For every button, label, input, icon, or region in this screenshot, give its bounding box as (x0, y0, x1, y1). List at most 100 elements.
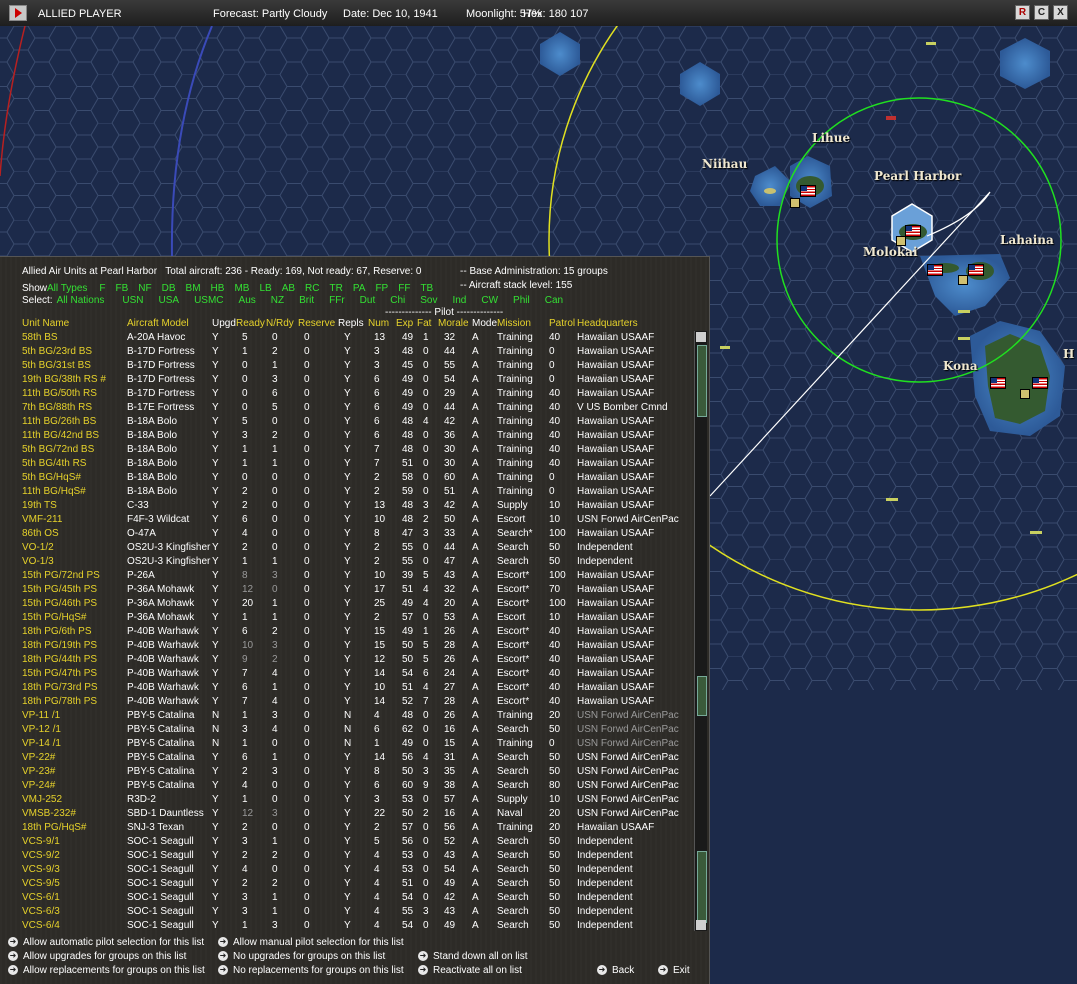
us-flag-icon[interactable] (968, 264, 984, 276)
back-button[interactable]: ➜ Back (597, 965, 634, 976)
nation-filter-sov[interactable]: Sov (420, 295, 437, 306)
table-row[interactable]: 19th TS C-33 Y 2 0 0 Y 13 48 3 42 A Supply 10 Hawaiian… (0, 500, 690, 514)
table-row[interactable]: VMSB-232# SBD-1 Dauntless Y 12 3 0 Y 22 50 2 16 A Na… (0, 808, 690, 822)
table-row[interactable]: VP-14 /1 PBY-5 Catalina N 1 0 0 N 1 49 0 15 A Traini… (0, 738, 690, 752)
table-row[interactable]: VCS-6/4 SOC-1 Seagull Y 1 3 0 Y 4 54 0 49 A Search 50… (0, 920, 690, 934)
table-row[interactable]: 5th BG/23rd BS B-17D Fortress Y 1 2 0 Y 3 48 0 44 A… (0, 346, 690, 360)
type-filter-db[interactable]: DB (162, 283, 176, 294)
scroll-down-arrow-icon[interactable] (696, 920, 706, 930)
us-flag-icon[interactable] (1032, 377, 1048, 389)
nation-filter-brit[interactable]: Brit (299, 295, 314, 306)
scroll-up-arrow-icon[interactable] (696, 332, 706, 342)
table-row[interactable]: VCS-9/5 SOC-1 Seagull Y 2 2 0 Y 4 51 0 49 A Search 50… (0, 878, 690, 892)
type-filter-ff[interactable]: FF (398, 283, 410, 294)
table-row[interactable]: 7th BG/88th RS B-17E Fortress Y 0 5 0 Y 6 49 0 44 A… (0, 402, 690, 416)
type-filter-lb[interactable]: LB (259, 283, 271, 294)
nation-filter-ind[interactable]: Ind (452, 295, 466, 306)
type-filter-bm[interactable]: BM (186, 283, 201, 294)
auto-pilot-option[interactable]: ➜ Allow automatic pilot selection for thi… (8, 937, 204, 948)
us-flag-icon[interactable] (905, 225, 921, 237)
reactivate-option[interactable]: ➜ Reactivate all on list (418, 965, 522, 976)
table-row[interactable]: VCS-6/3 SOC-1 Seagull Y 3 1 0 Y 4 55 3 43 A Search 50… (0, 906, 690, 920)
table-row[interactable]: 11th BG/HqS# B-18A Bolo Y 2 0 0 Y 2 59 0 51 A Traini… (0, 486, 690, 500)
table-row[interactable]: 18th PG/78th PS P-40B Warhawk Y 7 4 0 Y 14 52 7 28… (0, 696, 690, 710)
table-row[interactable]: 86th OS O-47A Y 4 0 0 Y 8 47 3 33 A Search* 100 Hawaii… (0, 528, 690, 542)
airbase-icon[interactable] (896, 236, 906, 246)
type-filter-hb[interactable]: HB (211, 283, 225, 294)
column-header[interactable]: Upgd (212, 318, 236, 329)
nation-filter-dut[interactable]: Dut (360, 295, 376, 306)
us-flag-icon[interactable] (800, 185, 816, 197)
us-flag-icon[interactable] (990, 377, 1006, 389)
type-filter-f[interactable]: F (99, 283, 105, 294)
type-filter-mb[interactable]: MB (234, 283, 249, 294)
nation-filter-phil[interactable]: Phil (513, 295, 530, 306)
table-row[interactable]: 11th BG/42nd BS B-18A Bolo Y 3 2 0 Y 6 48 0 36 A Tra… (0, 430, 690, 444)
exit-button[interactable]: ➜ Exit (658, 965, 690, 976)
column-header[interactable]: Unit Name (22, 318, 69, 329)
column-header[interactable]: Repls (338, 318, 364, 329)
table-row[interactable]: VP-11 /1 PBY-5 Catalina N 1 3 0 N 4 48 0 26 A Traini… (0, 710, 690, 724)
table-row[interactable]: 18th PG/44th PS P-40B Warhawk Y 9 2 0 Y 12 50 5 26… (0, 654, 690, 668)
report-button[interactable]: R (1015, 5, 1030, 20)
menu-button[interactable] (9, 5, 27, 21)
nation-filter-ffr[interactable]: FFr (329, 295, 345, 306)
table-row[interactable]: VCS-9/3 SOC-1 Seagull Y 4 0 0 Y 4 53 0 54 A Search 50… (0, 864, 690, 878)
table-row[interactable]: 15th PG/72nd PS P-26A Y 8 3 0 Y 10 39 5 43 A Escort*… (0, 570, 690, 584)
column-header[interactable]: Patrol (549, 318, 575, 329)
allow-upgrades-option[interactable]: ➜ Allow upgrades for groups on this list (8, 951, 186, 962)
table-row[interactable]: VCS-6/1 SOC-1 Seagull Y 3 1 0 Y 4 54 0 42 A Search 50… (0, 892, 690, 906)
table-row[interactable]: VP-23# PBY-5 Catalina Y 2 3 0 Y 8 50 3 35 A Search 50… (0, 766, 690, 780)
table-row[interactable]: 5th BG/HqS# B-18A Bolo Y 0 0 0 Y 2 58 0 60 A Trainin… (0, 472, 690, 486)
nation-filter-nz[interactable]: NZ (271, 295, 284, 306)
column-header[interactable]: Ready (236, 318, 265, 329)
manual-pilot-option[interactable]: ➜ Allow manual pilot selection for this l… (218, 937, 404, 948)
column-header[interactable]: Headquarters (577, 318, 638, 329)
type-filter-tb[interactable]: TB (420, 283, 433, 294)
type-filter-pa[interactable]: PA (353, 283, 366, 294)
table-row[interactable]: 18th PG/HqS# SNJ-3 Texan Y 2 0 0 Y 2 57 0 56 A Train… (0, 822, 690, 836)
airbase-icon[interactable] (1020, 389, 1030, 399)
type-filter-rc[interactable]: RC (305, 283, 319, 294)
table-row[interactable]: VCS-9/1 SOC-1 Seagull Y 3 1 0 Y 5 56 0 52 A Search 50… (0, 836, 690, 850)
column-header[interactable]: Morale (438, 318, 469, 329)
nation-filter-can[interactable]: Can (545, 295, 563, 306)
table-row[interactable]: 19th BG/38th RS # B-17D Fortress Y 0 3 0 Y 6 49 0… (0, 374, 690, 388)
table-row[interactable]: 5th BG/72nd BS B-18A Bolo Y 1 1 0 Y 7 48 0 30 A Trai… (0, 444, 690, 458)
table-row[interactable]: 58th BS A-20A Havoc Y 5 0 0 Y 13 49 1 32 A Training 4… (0, 332, 690, 346)
scroll-thumb-lower[interactable] (697, 851, 707, 923)
type-filter-all-types[interactable]: All Types (47, 283, 87, 294)
nation-filter-aus[interactable]: Aus (239, 295, 256, 306)
table-row[interactable]: VP-12 /1 PBY-5 Catalina N 3 4 0 N 6 62 0 16 A Search… (0, 724, 690, 738)
table-row[interactable]: 15th PG/46th PS P-36A Mohawk Y 20 1 0 Y 25 49 4 20… (0, 598, 690, 612)
table-row[interactable]: 18th PG/73rd PS P-40B Warhawk Y 6 1 0 Y 10 51 4 27… (0, 682, 690, 696)
nation-filter-usa[interactable]: USA (159, 295, 180, 306)
nation-filter-all-nations[interactable]: All Nations (57, 295, 105, 306)
close-button[interactable]: X (1053, 5, 1068, 20)
no-replacements-option[interactable]: ➜ No replacements for groups on this list (218, 965, 404, 976)
type-filter-ab[interactable]: AB (282, 283, 295, 294)
column-header[interactable]: Mission (497, 318, 531, 329)
scroll-thumb-marker[interactable] (697, 676, 707, 716)
us-flag-icon[interactable] (927, 264, 943, 276)
column-header[interactable]: Mode (472, 318, 497, 329)
table-row[interactable]: VO-1/3 OS2U-3 Kingfisher Y 1 1 0 Y 2 55 0 47 A Searc… (0, 556, 690, 570)
type-filter-tr[interactable]: TR (329, 283, 342, 294)
allow-replacements-option[interactable]: ➜ Allow replacements for groups on this l… (8, 965, 205, 976)
type-filter-nf[interactable]: NF (138, 283, 151, 294)
table-row[interactable]: 5th BG/4th RS B-18A Bolo Y 1 1 0 Y 7 51 0 30 A Train… (0, 458, 690, 472)
table-row[interactable]: 5th BG/31st BS B-17D Fortress Y 0 1 0 Y 3 45 0 55 A… (0, 360, 690, 374)
table-row[interactable]: 18th PG/6th PS P-40B Warhawk Y 6 2 0 Y 15 49 1 26 A… (0, 626, 690, 640)
column-header[interactable]: Num (368, 318, 389, 329)
scroll-thumb[interactable] (697, 345, 707, 417)
stand-down-option[interactable]: ➜ Stand down all on list (418, 951, 528, 962)
table-row[interactable]: 11th BG/50th RS B-17D Fortress Y 0 6 0 Y 6 49 0 29… (0, 388, 690, 402)
airbase-icon[interactable] (958, 275, 968, 285)
table-row[interactable]: 15th PG/45th PS P-36A Mohawk Y 12 0 0 Y 17 51 4 32… (0, 584, 690, 598)
airbase-icon[interactable] (790, 198, 800, 208)
nation-filter-usn[interactable]: USN (122, 295, 143, 306)
table-row[interactable]: 15th PG/HqS# P-36A Mohawk Y 1 1 0 Y 2 57 0 53 A Esco… (0, 612, 690, 626)
table-row[interactable]: VO-1/2 OS2U-3 Kingfisher Y 2 0 0 Y 2 55 0 44 A Searc… (0, 542, 690, 556)
type-filter-fb[interactable]: FB (116, 283, 129, 294)
table-row[interactable]: VP-24# PBY-5 Catalina Y 4 0 0 Y 6 60 9 38 A Search 80… (0, 780, 690, 794)
